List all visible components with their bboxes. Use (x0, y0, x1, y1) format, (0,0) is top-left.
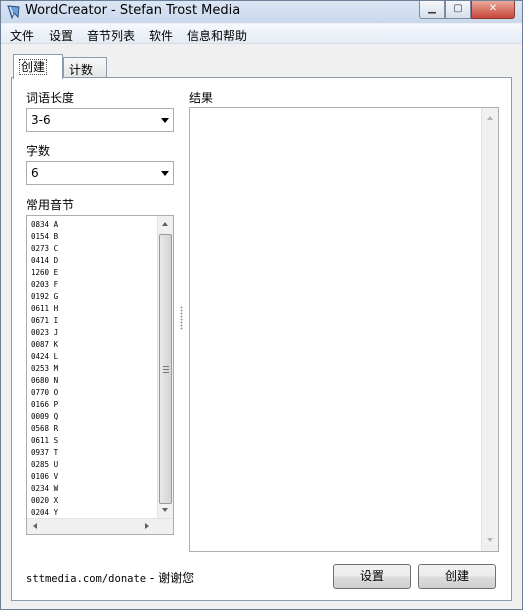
list-item[interactable]: 0424 L (31, 351, 58, 363)
word-count-label: 字数 (26, 144, 51, 158)
list-item[interactable]: 0568 R (31, 423, 58, 435)
list-item[interactable]: 0166 P (31, 399, 58, 411)
result-label: 结果 (189, 91, 214, 105)
minimize-button[interactable]: ▁ (419, 1, 445, 19)
syllables-label: 常用音节 (26, 198, 75, 212)
menu-file[interactable]: 文件 (10, 27, 34, 44)
list-item[interactable]: 0273 C (31, 243, 58, 255)
scroll-thumb[interactable] (159, 234, 172, 504)
vertical-scrollbar[interactable] (157, 216, 173, 518)
list-item[interactable]: 0671 I (31, 315, 58, 327)
result-textarea[interactable] (189, 107, 499, 552)
scroll-up-icon[interactable] (162, 222, 168, 226)
menu-settings[interactable]: 设置 (49, 27, 73, 44)
result-vertical-scrollbar[interactable] (481, 108, 498, 551)
list-item[interactable]: 0611 H (31, 303, 58, 315)
word-length-select[interactable]: 3-6 (26, 108, 174, 132)
chevron-down-icon (161, 171, 169, 176)
list-item[interactable]: 0253 M (31, 363, 58, 375)
close-button[interactable]: ✕ (471, 1, 515, 19)
menu-bar: 文件 设置 音节列表 软件 信息和帮助 (1, 24, 522, 44)
chevron-down-icon (161, 118, 169, 123)
settings-button[interactable]: 设置 (333, 564, 411, 589)
list-item[interactable]: 0020 X (31, 495, 58, 507)
menu-syllable-list[interactable]: 音节列表 (87, 27, 135, 44)
app-window: WordCreator - Stefan Trost Media ▁ ▢ ✕ 文… (0, 0, 523, 610)
syllables-list-items: 0834 A 0154 B 0273 C 0414 D 1260 E 0203 F 0192… (31, 219, 58, 531)
scroll-down-icon[interactable] (162, 508, 168, 512)
word-count-value: 6 (31, 166, 39, 180)
list-item[interactable]: 0087 K (31, 339, 58, 351)
syllables-list[interactable]: 0834 A 0154 B 0273 C 0414 D 1260 E 0203 F 0192… (26, 215, 174, 535)
title-bar[interactable]: WordCreator - Stefan Trost Media ▁ ▢ ✕ (1, 1, 522, 23)
word-length-label: 词语长度 (26, 91, 75, 105)
word-count-select[interactable]: 6 (26, 161, 174, 185)
list-item[interactable]: 0009 Q (31, 411, 58, 423)
thanks-text: - 谢谢您 (146, 571, 195, 585)
donate-note: sttmedia.com/donate - 谢谢您 (26, 569, 194, 586)
list-item[interactable]: 0414 D (31, 255, 58, 267)
list-item[interactable]: 1260 E (31, 267, 58, 279)
scroll-up-icon[interactable] (487, 116, 493, 120)
window-title: WordCreator - Stefan Trost Media (25, 3, 241, 18)
donate-link[interactable]: sttmedia.com/donate (26, 573, 146, 585)
scroll-down-icon[interactable] (487, 538, 493, 542)
list-item[interactable]: 0023 J (31, 327, 58, 339)
list-item[interactable]: 0154 B (31, 231, 58, 243)
list-item[interactable]: 0770 O (31, 387, 58, 399)
list-item[interactable]: 0937 T (31, 447, 58, 459)
maximize-button[interactable]: ▢ (445, 1, 471, 19)
create-button[interactable]: 创建 (418, 564, 496, 589)
list-item[interactable]: 0611 S (31, 435, 58, 447)
scroll-left-icon[interactable] (33, 523, 37, 529)
tab-create[interactable]: 创建 (13, 54, 63, 79)
app-icon (7, 5, 20, 20)
menu-info-help[interactable]: 信息和帮助 (187, 27, 247, 44)
splitter-handle[interactable] (180, 306, 183, 330)
word-length-value: 3-6 (31, 113, 51, 127)
create-panel: 词语长度 3-6 字数 6 常用音节 0834 A 0154 B 0273 C 041… (11, 77, 512, 601)
tab-count[interactable]: 计数 (63, 57, 107, 79)
list-item[interactable]: 0203 F (31, 279, 58, 291)
list-item[interactable]: 0106 V (31, 471, 58, 483)
menu-software[interactable]: 软件 (149, 27, 173, 44)
list-item[interactable]: 0680 N (31, 375, 58, 387)
list-item[interactable]: 0834 A (31, 219, 58, 231)
horizontal-scrollbar[interactable] (27, 518, 173, 534)
list-item[interactable]: 0192 G (31, 291, 58, 303)
list-item[interactable]: 0285 U (31, 459, 58, 471)
scroll-right-icon[interactable] (145, 523, 149, 529)
list-item[interactable]: 0234 W (31, 483, 58, 495)
